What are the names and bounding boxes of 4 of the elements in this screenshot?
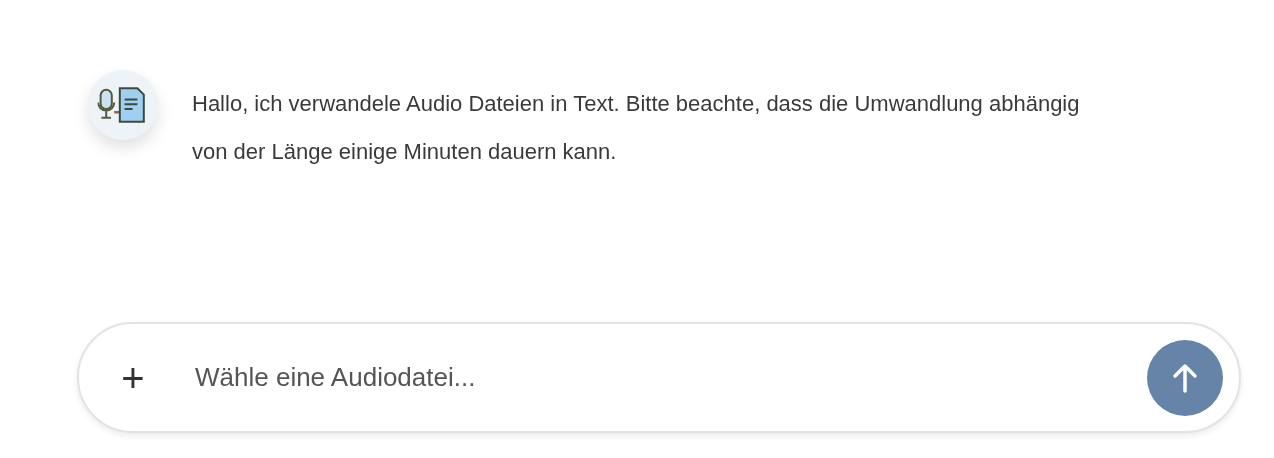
- attach-button[interactable]: +: [115, 357, 151, 398]
- arrow-up-icon: [1172, 362, 1198, 393]
- message-input-field[interactable]: + Wähle eine Audiodatei...: [77, 322, 1241, 433]
- message-text: Hallo, ich verwandele Audio Dateien in Text. Bitte beachte, dass die Umwandlung abhängig von der Länge einige Minuten dauern kann.: [192, 90, 1081, 166]
